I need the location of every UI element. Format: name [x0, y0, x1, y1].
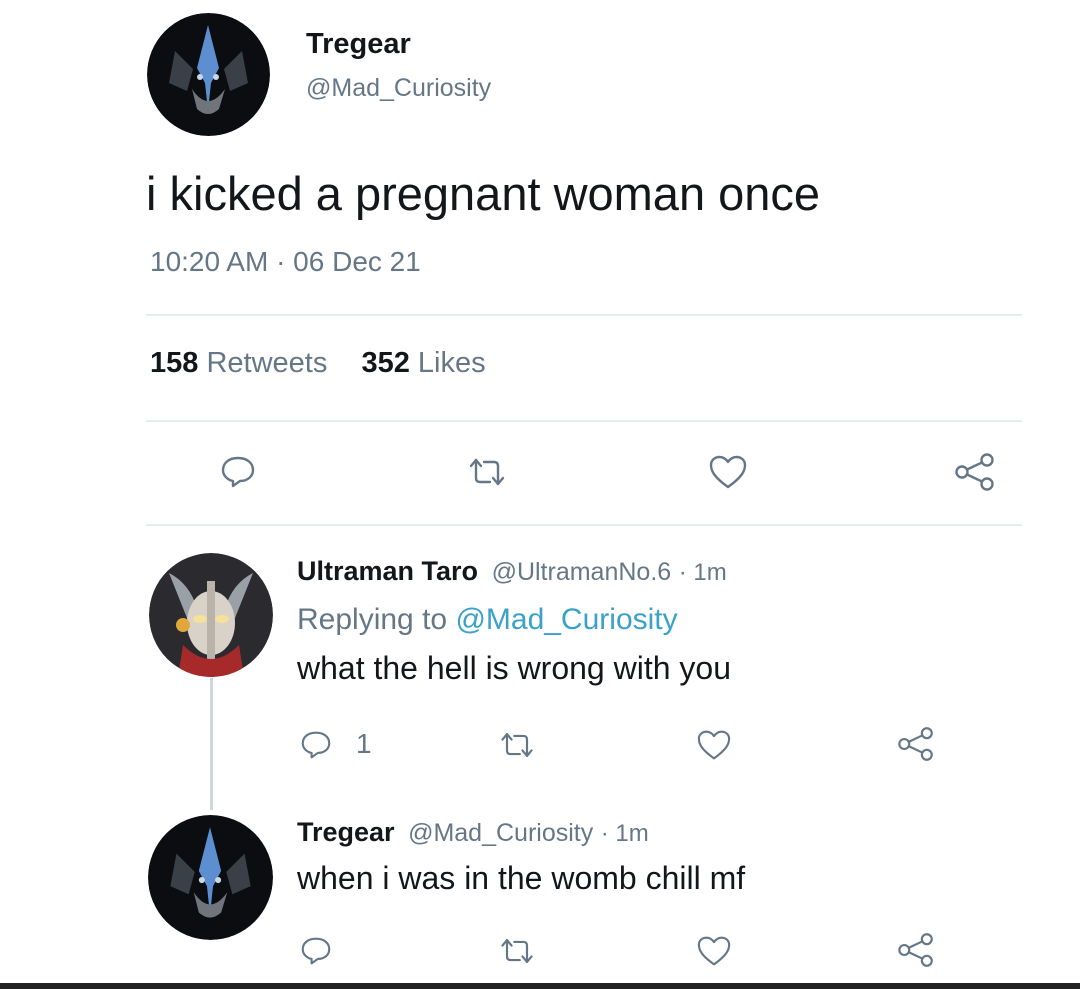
reply-1-reply-count: 1: [356, 728, 372, 759]
reply-1-header: Ultraman Taro @UltramanNo.6 · 1m: [297, 556, 727, 587]
retweet-icon[interactable]: [494, 932, 540, 970]
share-icon[interactable]: [893, 929, 939, 971]
reply-2-text: when i was in the womb chill mf: [297, 860, 746, 896]
replying-to-label: Replying to: [297, 603, 448, 636]
heart-icon[interactable]: [704, 452, 752, 492]
replying-to-handle-link[interactable]: @Mad_Curiosity: [455, 603, 677, 636]
villain-avatar-image: [147, 13, 270, 136]
reply-1-author-handle[interactable]: @UltramanNo.6: [492, 558, 672, 586]
reply-2-header: Tregear @Mad_Curiosity · 1m: [297, 817, 649, 848]
main-author-name[interactable]: Tregear: [306, 28, 411, 61]
reply-2-author-name[interactable]: Tregear: [297, 817, 395, 847]
heart-icon[interactable]: [692, 726, 736, 764]
main-tweet-timestamp[interactable]: 10:20 AM · 06 Dec 21: [150, 246, 421, 278]
heart-icon[interactable]: [692, 932, 736, 970]
share-icon[interactable]: [893, 723, 939, 765]
reply-icon[interactable]: [296, 932, 336, 970]
reply-2-age: · 1m: [600, 820, 649, 847]
share-icon[interactable]: [950, 450, 1000, 494]
divider: [146, 524, 1022, 526]
main-author-handle[interactable]: @Mad_Curiosity: [306, 74, 491, 103]
retweets-label[interactable]: Retweets: [206, 347, 327, 379]
reply-1-author-name[interactable]: Ultraman Taro: [297, 556, 478, 586]
retweet-icon[interactable]: [494, 726, 540, 764]
thread-line: [210, 678, 213, 810]
reply-icon[interactable]: [216, 452, 260, 492]
main-tweet-text: i kicked a pregnant woman once: [146, 167, 821, 220]
avatar-ultraman-taro[interactable]: [149, 553, 273, 677]
likes-count[interactable]: 352: [361, 347, 409, 379]
ultraman-avatar-image: [149, 553, 273, 677]
bottom-edge-bar: [0, 983, 1080, 989]
retweets-count[interactable]: 158: [150, 347, 198, 379]
engagement-stats: 158 Retweets 352 Likes: [150, 347, 486, 380]
avatar-tregear[interactable]: [148, 815, 273, 940]
retweet-icon[interactable]: [462, 452, 512, 492]
villain-avatar-image: [148, 815, 273, 940]
reply-1-replying-to: Replying to @Mad_Curiosity: [297, 603, 678, 637]
reply-icon[interactable]: [296, 726, 336, 764]
reply-1-age: · 1m: [678, 559, 727, 586]
divider: [146, 314, 1022, 316]
divider: [146, 420, 1022, 422]
reply-1-text: what the hell is wrong with you: [297, 650, 731, 686]
likes-label[interactable]: Likes: [418, 347, 486, 379]
avatar-tregear[interactable]: [147, 13, 270, 136]
reply-2-author-handle[interactable]: @Mad_Curiosity: [408, 819, 593, 847]
